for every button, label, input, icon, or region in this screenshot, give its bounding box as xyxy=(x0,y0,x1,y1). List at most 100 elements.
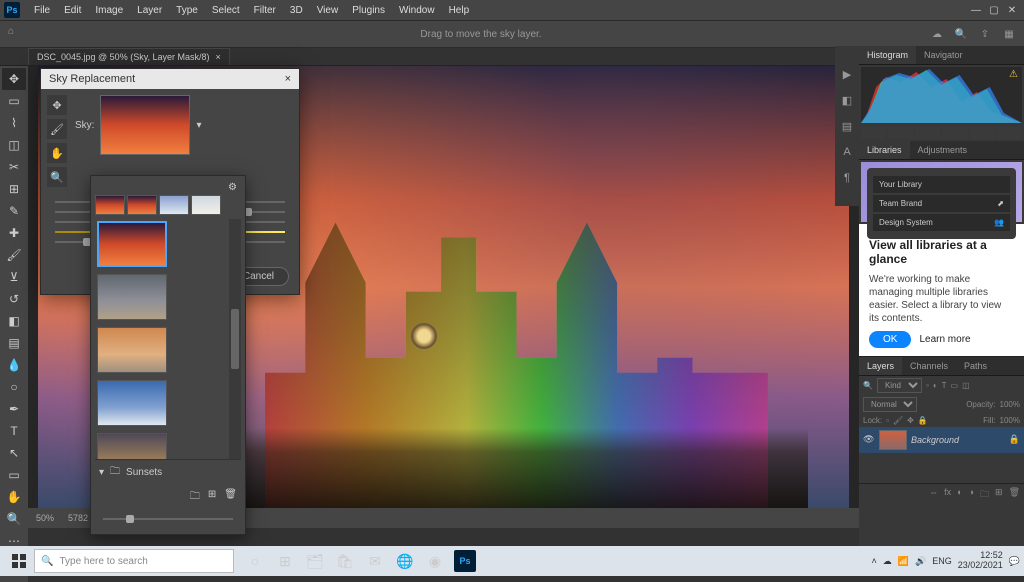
eyedropper-tool[interactable]: ✎ xyxy=(2,200,26,222)
frame-tool[interactable]: ⊞ xyxy=(2,178,26,200)
tab-libraries[interactable]: Libraries xyxy=(859,141,910,159)
layers-group-icon[interactable]: 🗀 xyxy=(980,487,989,503)
lock-all-icon[interactable]: 🔒 xyxy=(918,416,928,425)
dialog-close-icon[interactable]: × xyxy=(285,73,291,85)
layers-new-icon[interactable]: ⊞ xyxy=(995,487,1003,503)
layer-visibility-icon[interactable]: 👁 xyxy=(863,434,875,445)
minimize-icon[interactable]: — xyxy=(968,3,984,17)
home-icon[interactable]: ⌂ xyxy=(8,26,24,42)
tab-navigator[interactable]: Navigator xyxy=(916,46,971,64)
tab-paths[interactable]: Paths xyxy=(956,357,995,375)
tray-lang[interactable]: ENG xyxy=(932,556,952,566)
document-tab[interactable]: DSC_0045.jpg @ 50% (Sky, Layer Mask/8) × xyxy=(28,48,230,65)
menu-image[interactable]: Image xyxy=(89,3,129,18)
stamp-tool[interactable]: ⊻ xyxy=(2,266,26,288)
layers-filter-type-icon[interactable]: T xyxy=(942,381,947,390)
document-tab-close-icon[interactable]: × xyxy=(216,52,221,62)
delete-sky-icon[interactable]: 🗑 xyxy=(224,489,237,506)
sky-thumb-3[interactable] xyxy=(159,195,189,215)
sky-option-sunset-2[interactable] xyxy=(97,327,167,373)
layers-adjustment-icon[interactable]: ◑ xyxy=(969,487,974,503)
libraries-ok-button[interactable]: OK xyxy=(869,331,911,348)
blend-mode-select[interactable]: Normal xyxy=(863,397,917,412)
sky-option-blue-1[interactable] xyxy=(97,380,167,426)
menu-3d[interactable]: 3D xyxy=(284,3,309,18)
taskbar-search[interactable]: 🔍 Type here to search xyxy=(34,549,234,573)
sky-option-clouds-1[interactable] xyxy=(97,274,167,320)
zoom-tool[interactable]: 🔍 xyxy=(2,508,26,530)
swatches-panel-icon[interactable]: ◧ xyxy=(837,90,857,110)
menu-edit[interactable]: Edit xyxy=(58,3,87,18)
menu-file[interactable]: File xyxy=(28,3,56,18)
sky-thumb-4[interactable] xyxy=(191,195,221,215)
move-tool[interactable]: ✥ xyxy=(2,68,26,90)
cortana-icon[interactable]: ○ xyxy=(244,550,266,572)
layer-lock-icon[interactable]: 🔒 xyxy=(1009,434,1020,445)
taskview-icon[interactable]: ⊞ xyxy=(274,550,296,572)
layers-fx-icon[interactable]: fx xyxy=(944,487,951,503)
tray-notifications-icon[interactable]: 💬 xyxy=(1009,556,1020,567)
sky-option-sunset-1[interactable] xyxy=(97,221,167,267)
tray-cloud-icon[interactable]: ☁ xyxy=(883,556,892,567)
edge-icon[interactable]: 🌐 xyxy=(394,550,416,572)
status-zoom[interactable]: 50% xyxy=(36,513,54,523)
menu-view[interactable]: View xyxy=(311,3,345,18)
layers-search-icon[interactable]: 🔍 xyxy=(863,381,873,390)
dialog-zoom-tool[interactable]: 🔍 xyxy=(47,167,67,187)
menu-help[interactable]: Help xyxy=(443,3,476,18)
layers-delete-icon[interactable]: 🗑 xyxy=(1009,487,1020,503)
patterns-panel-icon[interactable]: A xyxy=(837,142,857,162)
layers-filter-smart-icon[interactable]: ◫ xyxy=(962,381,970,390)
menu-type[interactable]: Type xyxy=(170,3,204,18)
library-team-brand[interactable]: Team Brand⬈ xyxy=(873,195,1010,212)
close-icon[interactable]: ✕ xyxy=(1004,3,1020,17)
fill-value[interactable]: 100% xyxy=(1000,416,1020,425)
color-panel-icon[interactable]: ▶ xyxy=(837,64,857,84)
type-tool[interactable]: T xyxy=(2,420,26,442)
tray-sound-icon[interactable]: 🔊 xyxy=(915,556,926,567)
tab-layers[interactable]: Layers xyxy=(859,357,902,375)
folder-caret-icon[interactable]: ▾ xyxy=(99,467,104,478)
share-icon[interactable]: ⇪ xyxy=(978,27,992,41)
eraser-tool[interactable]: ◧ xyxy=(2,310,26,332)
libraries-learn-more-link[interactable]: Learn more xyxy=(919,334,970,345)
cloud-icon[interactable]: ☁ xyxy=(930,27,944,41)
menu-select[interactable]: Select xyxy=(206,3,246,18)
maximize-icon[interactable]: ▢ xyxy=(986,3,1002,17)
photoshop-icon[interactable]: Ps xyxy=(454,550,476,572)
shape-tool[interactable]: ▭ xyxy=(2,464,26,486)
hand-tool[interactable]: ✋ xyxy=(2,486,26,508)
dialog-brush-tool[interactable]: 🖌 xyxy=(47,119,67,139)
brush-tool[interactable]: 🖌 xyxy=(2,244,26,266)
layers-kind-select[interactable]: Kind xyxy=(877,378,922,393)
search-icon[interactable]: 🔍 xyxy=(954,27,968,41)
histogram-warning-icon[interactable]: ⚠ xyxy=(1009,69,1018,80)
gradients-panel-icon[interactable]: ▤ xyxy=(837,116,857,136)
store-icon[interactable]: 🛍 xyxy=(334,550,356,572)
sky-dropdown-icon[interactable]: ▾ xyxy=(196,120,201,131)
blur-tool[interactable]: 💧 xyxy=(2,354,26,376)
library-design-system[interactable]: Design System👥 xyxy=(873,214,1010,231)
dialog-hand-tool[interactable]: ✋ xyxy=(47,143,67,163)
tab-adjustments[interactable]: Adjustments xyxy=(910,141,976,159)
start-button[interactable] xyxy=(4,546,34,576)
lock-position-icon[interactable]: ✥ xyxy=(907,416,914,425)
flyout-scrollbar[interactable] xyxy=(229,219,241,459)
chrome-icon[interactable]: ◉ xyxy=(424,550,446,572)
menu-window[interactable]: Window xyxy=(393,3,441,18)
layers-link-icon[interactable]: ⇔ xyxy=(929,487,938,503)
character-panel-icon[interactable]: ¶ xyxy=(837,168,857,188)
tab-channels[interactable]: Channels xyxy=(902,357,956,375)
menu-filter[interactable]: Filter xyxy=(248,3,282,18)
crop-tool[interactable]: ✂ xyxy=(2,156,26,178)
menu-layer[interactable]: Layer xyxy=(131,3,168,18)
layer-background[interactable]: 👁 Background 🔒 xyxy=(859,427,1024,453)
workspace-icon[interactable]: ▦ xyxy=(1002,27,1016,41)
pen-tool[interactable]: ✒ xyxy=(2,398,26,420)
dialog-move-tool[interactable]: ✥ xyxy=(47,95,67,115)
layers-mask-icon[interactable]: ◐ xyxy=(957,487,962,503)
library-your-library[interactable]: Your Library xyxy=(873,176,1010,193)
sky-option-dusk-1[interactable] xyxy=(97,433,167,459)
tray-clock[interactable]: 12:52 23/02/2021 xyxy=(958,551,1003,571)
dodge-tool[interactable]: ○ xyxy=(2,376,26,398)
